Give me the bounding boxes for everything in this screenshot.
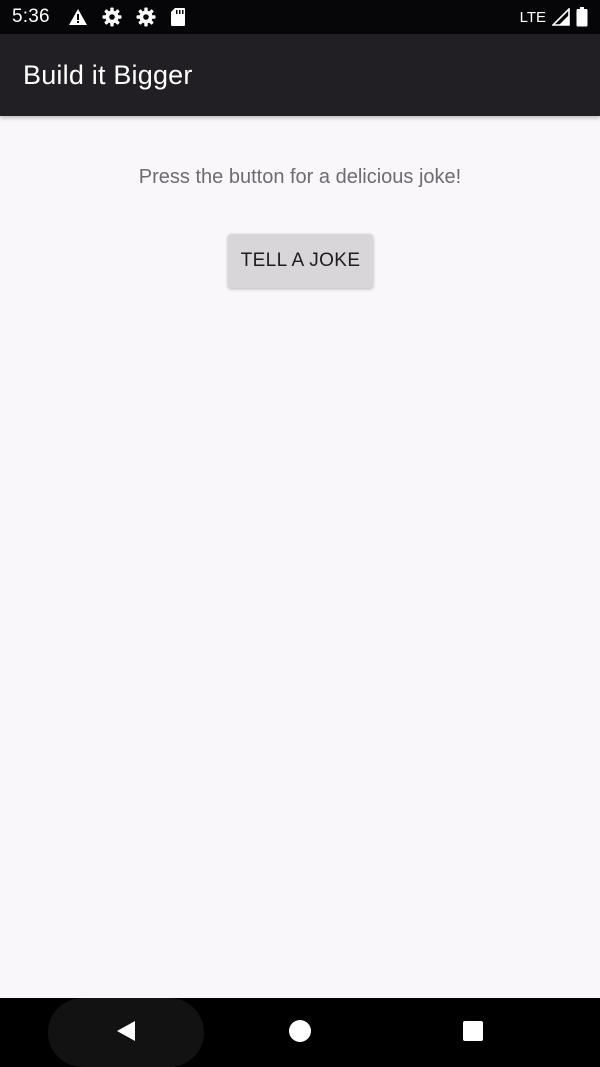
- network-type: LTE: [519, 8, 546, 26]
- signal-icon: [552, 8, 570, 26]
- screen: 5:36 LTE Build it Bigger Press the butto…: [0, 0, 600, 1067]
- back-button[interactable]: [100, 1007, 152, 1059]
- recents-icon: [461, 1019, 485, 1048]
- status-time: 5:36: [12, 6, 50, 27]
- settings-icon: [136, 7, 156, 27]
- main-content: Press the button for a delicious joke! T…: [0, 116, 600, 998]
- notification-icons: [68, 7, 186, 27]
- home-button[interactable]: [274, 1007, 326, 1059]
- navigation-bar: [0, 998, 600, 1067]
- home-icon: [288, 1019, 312, 1048]
- battery-icon: [576, 7, 588, 27]
- app-bar: Build it Bigger: [0, 34, 600, 116]
- app-title: Build it Bigger: [23, 59, 193, 90]
- settings-icon: [102, 7, 122, 27]
- tell-joke-button[interactable]: TELL A JOKE: [228, 234, 373, 288]
- status-bar: 5:36 LTE: [0, 0, 600, 34]
- back-icon: [114, 1019, 138, 1048]
- joke-prompt: Press the button for a delicious joke!: [138, 166, 462, 188]
- warning-icon: [68, 8, 88, 26]
- recents-button[interactable]: [447, 1007, 499, 1059]
- system-status-icons: LTE: [520, 7, 588, 27]
- sd-card-icon: [170, 7, 186, 27]
